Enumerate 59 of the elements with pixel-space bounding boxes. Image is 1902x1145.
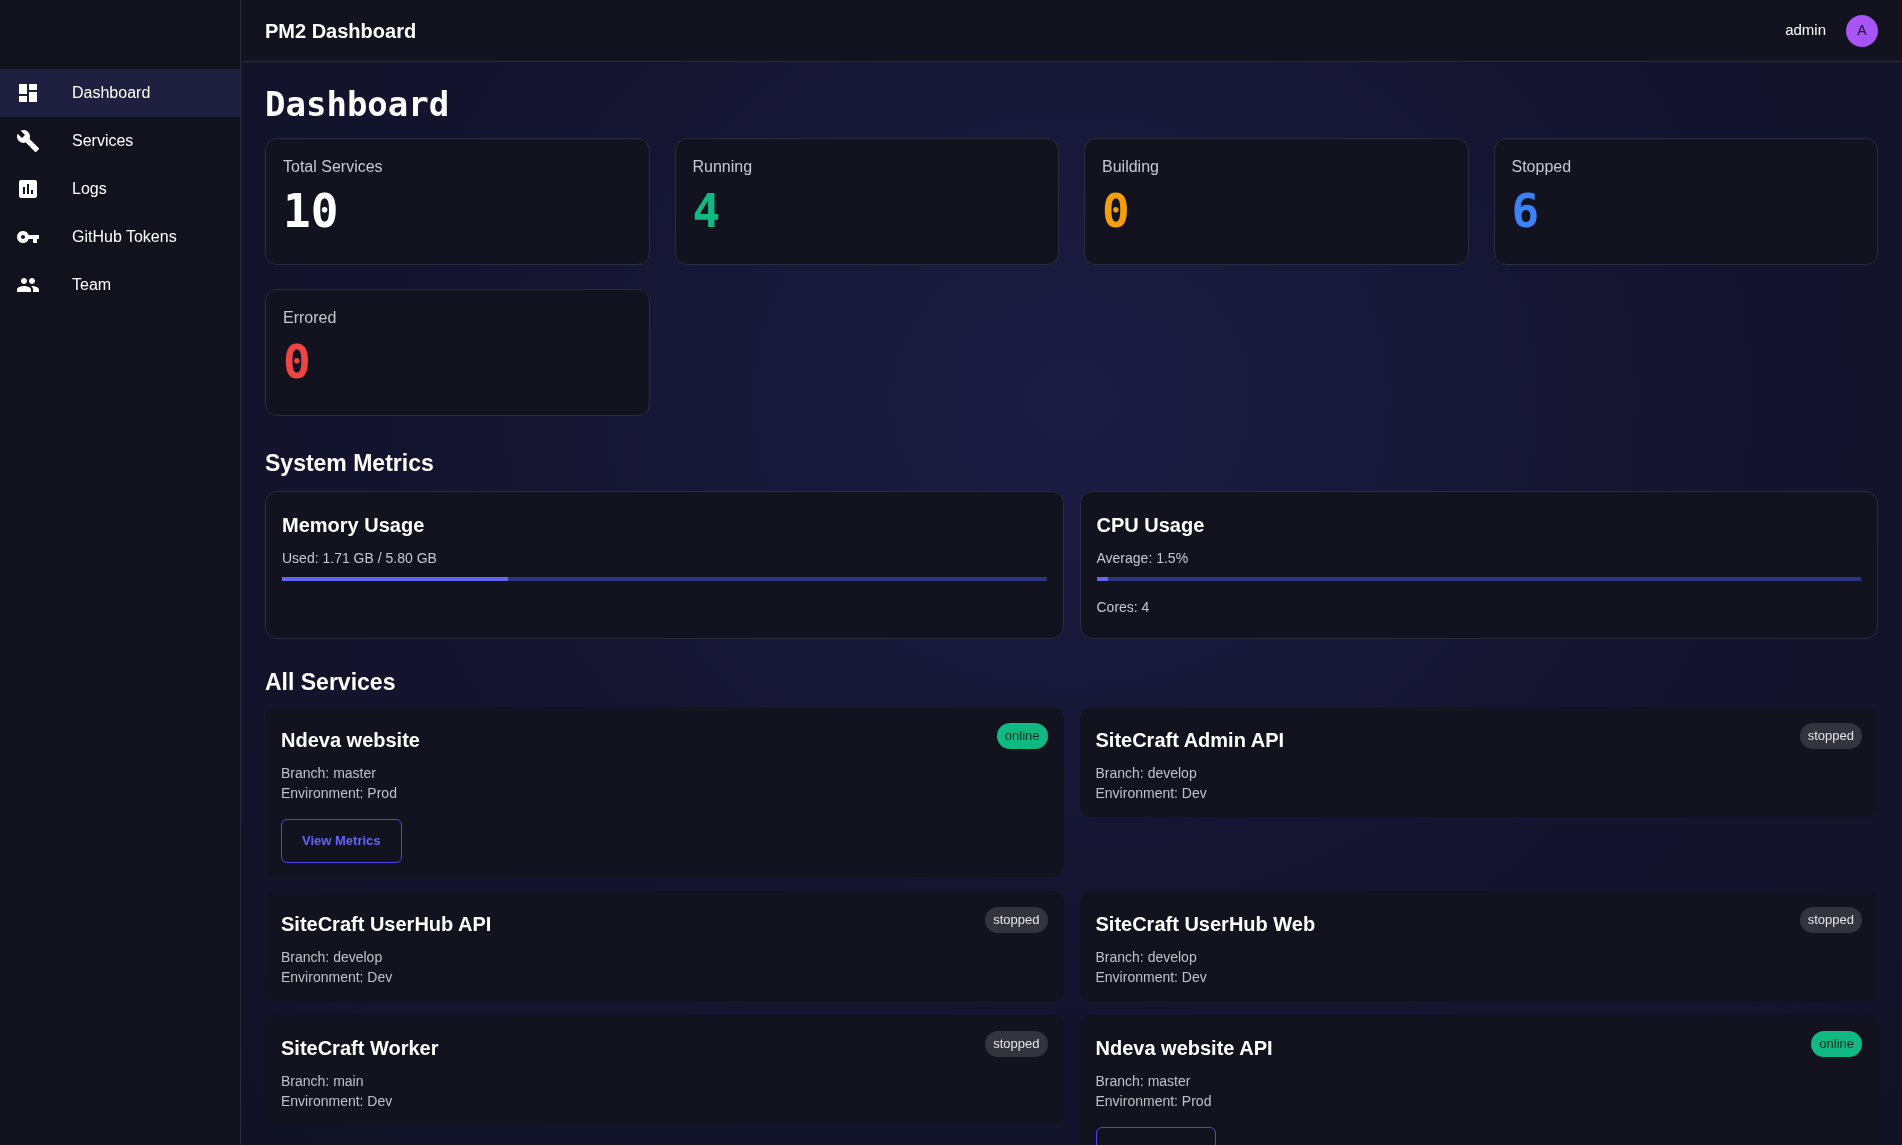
status-badge: stopped: [1799, 907, 1862, 933]
stat-value: 6: [1511, 183, 1541, 240]
status-badge: stopped: [1799, 723, 1862, 749]
app-title: PM2 Dashboard: [265, 18, 417, 44]
service-name: SiteCraft UserHub API: [281, 912, 492, 937]
stat-label: Running: [692, 157, 754, 177]
environment-text: Environment: Dev: [1095, 784, 1208, 803]
sidebar-item[interactable]: Team: [0, 261, 240, 309]
service-name: SiteCraft UserHub Web: [1095, 912, 1316, 937]
stat-value: 0: [1102, 183, 1131, 240]
status-badge: online: [1811, 1031, 1862, 1057]
metric-reading: Used: 1.71 GB / 5.80 GB: [282, 548, 438, 568]
stat-label: Building: [1102, 157, 1160, 177]
stat-value: 10: [283, 183, 340, 240]
sidebar-item[interactable]: Dashboard: [0, 69, 240, 117]
user-name: admin: [1785, 20, 1826, 41]
sidebar-label: Team: [72, 275, 112, 295]
sidebar-label: Services: [72, 131, 134, 151]
environment-text: Environment: Prod: [281, 784, 398, 803]
sidebar-label: Logs: [72, 179, 107, 199]
service-name: Ndeva website API: [1095, 1036, 1273, 1061]
environment-text: Environment: Dev: [281, 1092, 394, 1111]
branch-text: Branch: develop: [281, 948, 384, 967]
stat-label: Stopped: [1511, 157, 1573, 177]
bar-chart-icon: [16, 177, 40, 201]
environment-text: Environment: Dev: [1095, 968, 1208, 987]
service-name: SiteCraft Admin API: [1095, 728, 1285, 753]
branch-text: Branch: develop: [1095, 948, 1198, 967]
sidebar-label: GitHub Tokens: [72, 227, 177, 247]
service-name: Ndeva website: [281, 728, 420, 753]
page-title: Dashboard: [265, 83, 451, 126]
branch-text: Branch: master: [281, 764, 377, 783]
sidebar-item[interactable]: Services: [0, 117, 240, 165]
section-heading: All Services: [265, 667, 397, 697]
section-heading: System Metrics: [265, 449, 435, 478]
metric-title: Memory Usage: [282, 512, 426, 538]
branch-text: Branch: master: [1095, 1072, 1192, 1091]
sidebar-item[interactable]: Logs: [0, 165, 240, 213]
status-badge: stopped: [985, 907, 1048, 933]
stat-value: 4: [692, 183, 722, 240]
environment-text: Environment: Prod: [1095, 1092, 1213, 1111]
metric-note: Cores: 4: [1096, 597, 1151, 617]
metric-reading: Average: 1.5%: [1096, 548, 1190, 568]
service-name: SiteCraft Worker: [281, 1036, 439, 1061]
user-avatar[interactable]: A: [1846, 14, 1878, 47]
environment-text: Environment: Dev: [281, 968, 394, 987]
stat-label: Total Services: [283, 157, 384, 177]
branch-text: Branch: main: [281, 1072, 365, 1091]
status-badge: stopped: [985, 1031, 1048, 1057]
sidebar-item[interactable]: GitHub Tokens: [0, 213, 240, 261]
branch-text: Branch: develop: [1095, 764, 1198, 783]
sidebar-label: Dashboard: [72, 83, 151, 103]
stat-label: Errored: [283, 308, 338, 328]
view-metrics-button[interactable]: View Metrics: [281, 819, 402, 863]
wrench-icon: [16, 129, 40, 153]
stat-value: 0: [283, 334, 312, 391]
status-badge: online: [996, 723, 1048, 749]
dashboard-icon: [16, 81, 40, 105]
metric-title: CPU Usage: [1096, 512, 1206, 538]
